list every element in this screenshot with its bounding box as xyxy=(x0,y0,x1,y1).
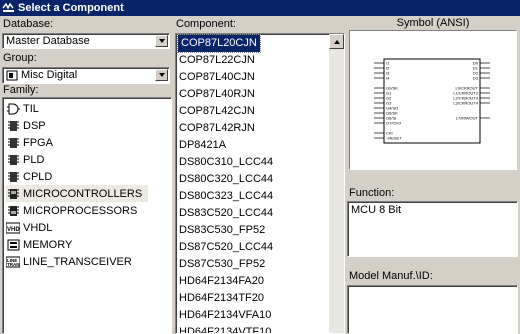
list-item[interactable]: COP87L42RJN xyxy=(179,120,255,137)
family-item-fpga[interactable]: FPGA xyxy=(6,134,53,151)
misc-digital-icon xyxy=(6,70,18,84)
family-item-label: DSP xyxy=(23,119,46,132)
family-item-pld[interactable]: PLD xyxy=(6,151,44,168)
svg-text:VHDL: VHDL xyxy=(7,227,20,233)
family-item-cpld[interactable]: CPLD xyxy=(6,168,52,185)
family-item-microcontrollers[interactable]: MICROCONTROLLERS xyxy=(6,185,149,202)
model-label: Model Manuf.\ID: xyxy=(349,270,433,282)
memory-icon xyxy=(6,238,20,251)
list-item[interactable]: HD64F2134VFA10 xyxy=(179,307,271,324)
chip-icon xyxy=(6,136,20,149)
family-item-label: VHDL xyxy=(23,221,53,234)
family-label: Family: xyxy=(3,84,39,96)
database-dropdown-button[interactable] xyxy=(155,35,168,47)
list-item[interactable]: HD64F2134VTF10 xyxy=(179,324,271,333)
group-dropdown[interactable]: Misc Digital xyxy=(2,67,170,84)
chevron-down-icon xyxy=(158,39,165,43)
app-icon xyxy=(2,2,15,14)
family-list[interactable]: TIL DSP FPGA PLD CPLD MICROCONTROLLERS M… xyxy=(2,97,172,334)
family-item-microprocessors[interactable]: MICROPROCESSORS xyxy=(6,202,137,219)
line-transceiver-icon: LINE TRAN xyxy=(6,255,20,268)
component-selected-item[interactable]: COP87L20CJN xyxy=(177,34,261,53)
group-label: Group: xyxy=(3,52,37,64)
ttl-gate-icon xyxy=(6,102,20,115)
family-item-label: MICROCONTROLLERS xyxy=(23,187,143,200)
component-list[interactable]: COP87L20CJN COP87L22CJN COP87L40CJN COP8… xyxy=(175,33,345,334)
symbol-preview: I1 I2 I3 I4 G0/SK G1 G2 G3 G4/SO G5/SK G6/SI G7/CKO… xyxy=(349,30,517,170)
database-dropdown[interactable]: Master Database xyxy=(2,33,170,49)
list-item[interactable]: DS87C530_FP52 xyxy=(179,256,265,273)
function-value: MCU 8 Bit xyxy=(351,204,402,216)
family-item-memory[interactable]: MEMORY xyxy=(6,236,72,253)
family-item-ttl[interactable]: TIL xyxy=(6,100,39,117)
family-item-label: MICROPROCESSORS xyxy=(23,204,138,217)
list-item[interactable]: HD64F2134FA20 xyxy=(179,273,264,290)
database-value: Master Database xyxy=(6,35,90,47)
chip-icon xyxy=(6,153,20,166)
list-item[interactable]: DS83C530_FP52 xyxy=(179,222,265,239)
mpu-chip-icon xyxy=(6,204,20,217)
title-bar: Select a Component xyxy=(0,0,520,16)
list-item[interactable]: HD64F2134TF20 xyxy=(179,290,264,307)
symbol-pin-label: D3 xyxy=(473,76,479,81)
family-item-vhdl[interactable]: VHDL VHDL xyxy=(6,219,52,236)
vhdl-icon: VHDL xyxy=(6,221,20,234)
family-item-label: FPGA xyxy=(23,136,53,149)
component-symbol: I1I2I3I4G0/SKG1G2G3G4/SOG5/SKG6/SIG7/CKO… xyxy=(374,58,490,144)
chevron-up-icon xyxy=(333,39,340,44)
symbol-pin-label: L7/MIWOUT xyxy=(456,116,479,121)
symbol-label: Symbol (ANSI) xyxy=(396,17,470,29)
family-item-line-transceiver[interactable]: LINE TRAN LINE_TRANSCEIVER xyxy=(6,253,132,270)
family-item-label: LINE_TRANSCEIVER xyxy=(23,255,132,268)
database-label: Database: xyxy=(3,18,54,30)
function-box: MCU 8 Bit xyxy=(347,201,518,257)
list-item[interactable]: DS80C310_LCC44 xyxy=(179,154,273,171)
chip-icon xyxy=(6,170,20,183)
function-label: Function: xyxy=(349,187,395,199)
family-item-label: PLD xyxy=(23,153,45,166)
component-scrollbar[interactable] xyxy=(329,34,344,333)
symbol-pin-label: ~RESET xyxy=(386,136,402,141)
family-item-label: MEMORY xyxy=(23,238,73,251)
svg-text:TRAN: TRAN xyxy=(7,262,20,267)
family-item-dsp[interactable]: DSP xyxy=(6,117,46,134)
family-item-label: TIL xyxy=(23,102,39,115)
list-item[interactable]: DS80C320_LCC44 xyxy=(179,171,273,188)
component-label: Component: xyxy=(176,18,236,30)
chevron-down-icon xyxy=(158,73,165,77)
window-title: Select a Component xyxy=(18,2,124,14)
group-dropdown-button[interactable] xyxy=(155,69,168,81)
list-item[interactable]: COP87L40RJN xyxy=(179,86,255,103)
symbol-pin-label: G7/CKO xyxy=(386,121,401,126)
list-item[interactable]: DS83C520_LCC44 xyxy=(179,205,273,222)
symbol-pin-label: L3/CKROUT4 xyxy=(453,101,478,106)
group-value: Misc Digital xyxy=(21,69,78,81)
list-item[interactable]: DS80C323_LCC44 xyxy=(179,188,273,205)
list-item[interactable]: DP8421A xyxy=(179,137,226,154)
mcu-chip-icon xyxy=(6,187,20,200)
list-item[interactable]: COP87L40CJN xyxy=(179,69,255,86)
list-item[interactable]: COP87L22CJN xyxy=(179,52,255,69)
chip-icon xyxy=(6,119,20,132)
scroll-up-button[interactable] xyxy=(329,34,344,49)
model-box xyxy=(347,285,518,334)
family-item-label: CPLD xyxy=(23,170,53,183)
list-item[interactable]: DS87C520_LCC44 xyxy=(179,239,273,256)
list-item[interactable]: COP87L42CJN xyxy=(179,103,255,120)
